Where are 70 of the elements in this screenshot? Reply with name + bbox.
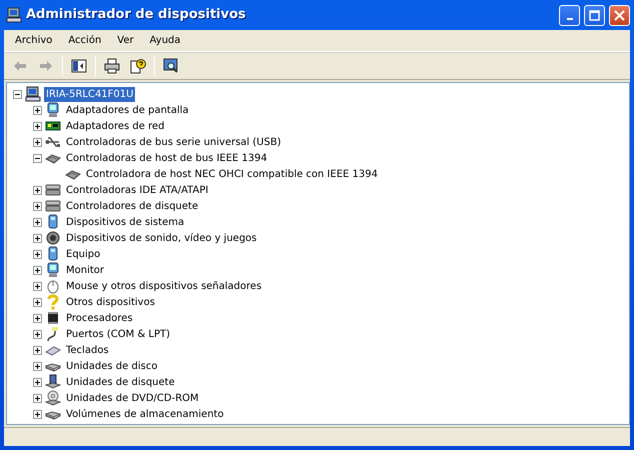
menu-item[interactable]: Ayuda	[142, 31, 189, 50]
expand-toggle[interactable]	[33, 410, 42, 418]
tree-item[interactable]: Monitor	[64, 262, 106, 278]
tree-item[interactable]: Puertos (COM & LPT)	[64, 326, 172, 342]
tree-item[interactable]: Procesadores	[64, 310, 135, 326]
tree-item[interactable]: Adaptadores de red	[64, 118, 167, 134]
minimize-icon	[566, 18, 572, 20]
scan-hardware-icon	[163, 58, 179, 74]
expand-toggle[interactable]	[33, 186, 42, 194]
speaker-icon	[45, 230, 61, 246]
tree-item[interactable]: Controladores de disquete	[64, 198, 200, 214]
expand-toggle[interactable]	[33, 234, 42, 242]
help-properties-icon	[130, 58, 146, 74]
tree-item[interactable]: Dispositivos de sonido, vídeo y juegos	[64, 230, 259, 246]
maximize-button[interactable]	[584, 4, 605, 26]
monitor-icon	[45, 262, 61, 278]
port-cable-icon	[45, 326, 61, 342]
close-icon	[614, 10, 625, 20]
window-title: Administrador de dispositivos	[26, 6, 247, 24]
drive-controller-icon	[45, 198, 61, 214]
tree-item[interactable]: Adaptadores de pantalla	[64, 102, 191, 118]
expand-toggle[interactable]	[33, 298, 42, 306]
maximize-icon	[589, 10, 600, 20]
collapse-toggle[interactable]	[13, 90, 22, 98]
computer-icon	[6, 7, 22, 23]
chip-icon	[45, 310, 61, 326]
expand-toggle[interactable]	[33, 378, 42, 386]
expand-toggle[interactable]	[33, 106, 42, 114]
panel-toggle-icon	[71, 58, 87, 74]
tree-item[interactable]: Otros dispositivos	[64, 294, 157, 310]
disc-drive-icon	[45, 390, 61, 406]
collapse-toggle[interactable]	[33, 154, 42, 162]
expand-toggle[interactable]	[33, 314, 42, 322]
printer-icon	[104, 58, 120, 74]
forward-arrow-icon	[38, 58, 54, 74]
tree-item[interactable]: Equipo	[64, 246, 102, 262]
tree-item[interactable]: Unidades de disco	[64, 358, 160, 374]
expand-toggle[interactable]	[33, 394, 42, 402]
tree-item[interactable]: Controladoras de host de bus IEEE 1394	[64, 150, 270, 166]
minimize-button[interactable]	[559, 4, 580, 26]
tree-item[interactable]: Unidades de DVD/CD-ROM	[64, 390, 201, 406]
menu-item[interactable]: Archivo	[7, 31, 60, 50]
tree-item[interactable]: Mouse y otros dispositivos señaladores	[64, 278, 264, 294]
expand-toggle[interactable]	[33, 218, 42, 226]
tree-item[interactable]: Volúmenes de almacenamiento	[64, 406, 226, 422]
tree-item[interactable]: Controladora de host NEC OHCI compatible con IEEE 1394	[84, 166, 380, 182]
tree-item[interactable]: Controladoras IDE ATA/ATAPI	[64, 182, 210, 198]
question-mark-icon	[45, 294, 61, 310]
expand-toggle[interactable]	[33, 330, 42, 338]
expand-toggle[interactable]	[33, 362, 42, 370]
menu-item[interactable]: Ver	[109, 31, 142, 50]
monitor-icon	[45, 102, 61, 118]
expand-toggle[interactable]	[33, 282, 42, 290]
mouse-icon	[45, 278, 61, 294]
tree-item[interactable]: Controladoras de bus serie universal (USB)	[64, 134, 283, 150]
expand-toggle[interactable]	[33, 122, 42, 130]
computer-icon	[25, 86, 41, 102]
menu-item[interactable]: Acción	[60, 31, 110, 50]
expand-toggle[interactable]	[33, 266, 42, 274]
expand-toggle[interactable]	[33, 138, 42, 146]
expand-toggle[interactable]	[33, 202, 42, 210]
tree-item[interactable]: IRIA-5RLC41F01U	[44, 86, 136, 102]
expand-toggle[interactable]	[33, 346, 42, 354]
tree-item[interactable]: Dispositivos de sistema	[64, 214, 186, 230]
floppy-drive-icon	[45, 374, 61, 390]
close-button[interactable]	[609, 4, 630, 26]
tree-item[interactable]: Unidades de disquete	[64, 374, 177, 390]
drive-controller-icon	[45, 182, 61, 198]
expand-toggle[interactable]	[33, 250, 42, 258]
tree-item[interactable]: Teclados	[64, 342, 111, 358]
